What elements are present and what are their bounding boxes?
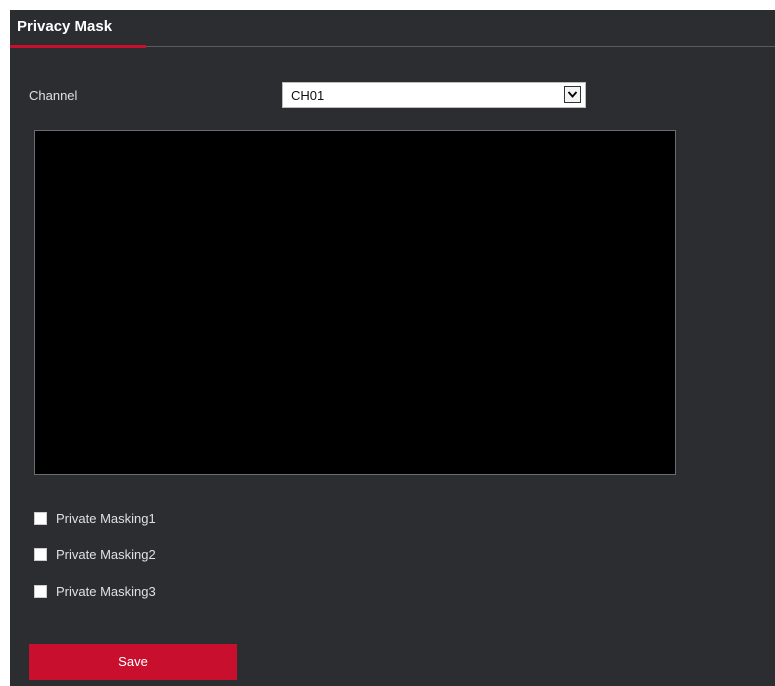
mask-label-3: Private Masking3 [56, 583, 156, 599]
tab-privacy-mask[interactable]: Privacy Mask [10, 10, 146, 48]
mask-label-2: Private Masking2 [56, 546, 156, 562]
mask-option-3[interactable]: Private Masking3 [34, 582, 156, 600]
tab-divider [146, 46, 775, 47]
channel-label: Channel [29, 88, 78, 103]
mask-option-2[interactable]: Private Masking2 [34, 545, 156, 563]
video-preview[interactable] [34, 130, 676, 475]
channel-select[interactable]: CH01 [282, 82, 586, 108]
mask-label-1: Private Masking1 [56, 510, 156, 526]
mask-checkbox-3[interactable] [34, 584, 47, 598]
privacy-mask-panel: Privacy Mask Channel CH01 Private Maskin… [10, 10, 775, 686]
channel-selected-value: CH01 [291, 88, 325, 103]
save-button[interactable]: Save [29, 644, 237, 680]
chevron-down-icon[interactable] [564, 86, 581, 103]
mask-checkbox-1[interactable] [34, 511, 47, 525]
mask-checkbox-2[interactable] [34, 547, 47, 561]
mask-option-1[interactable]: Private Masking1 [34, 509, 156, 527]
tab-bar: Privacy Mask [10, 10, 775, 48]
